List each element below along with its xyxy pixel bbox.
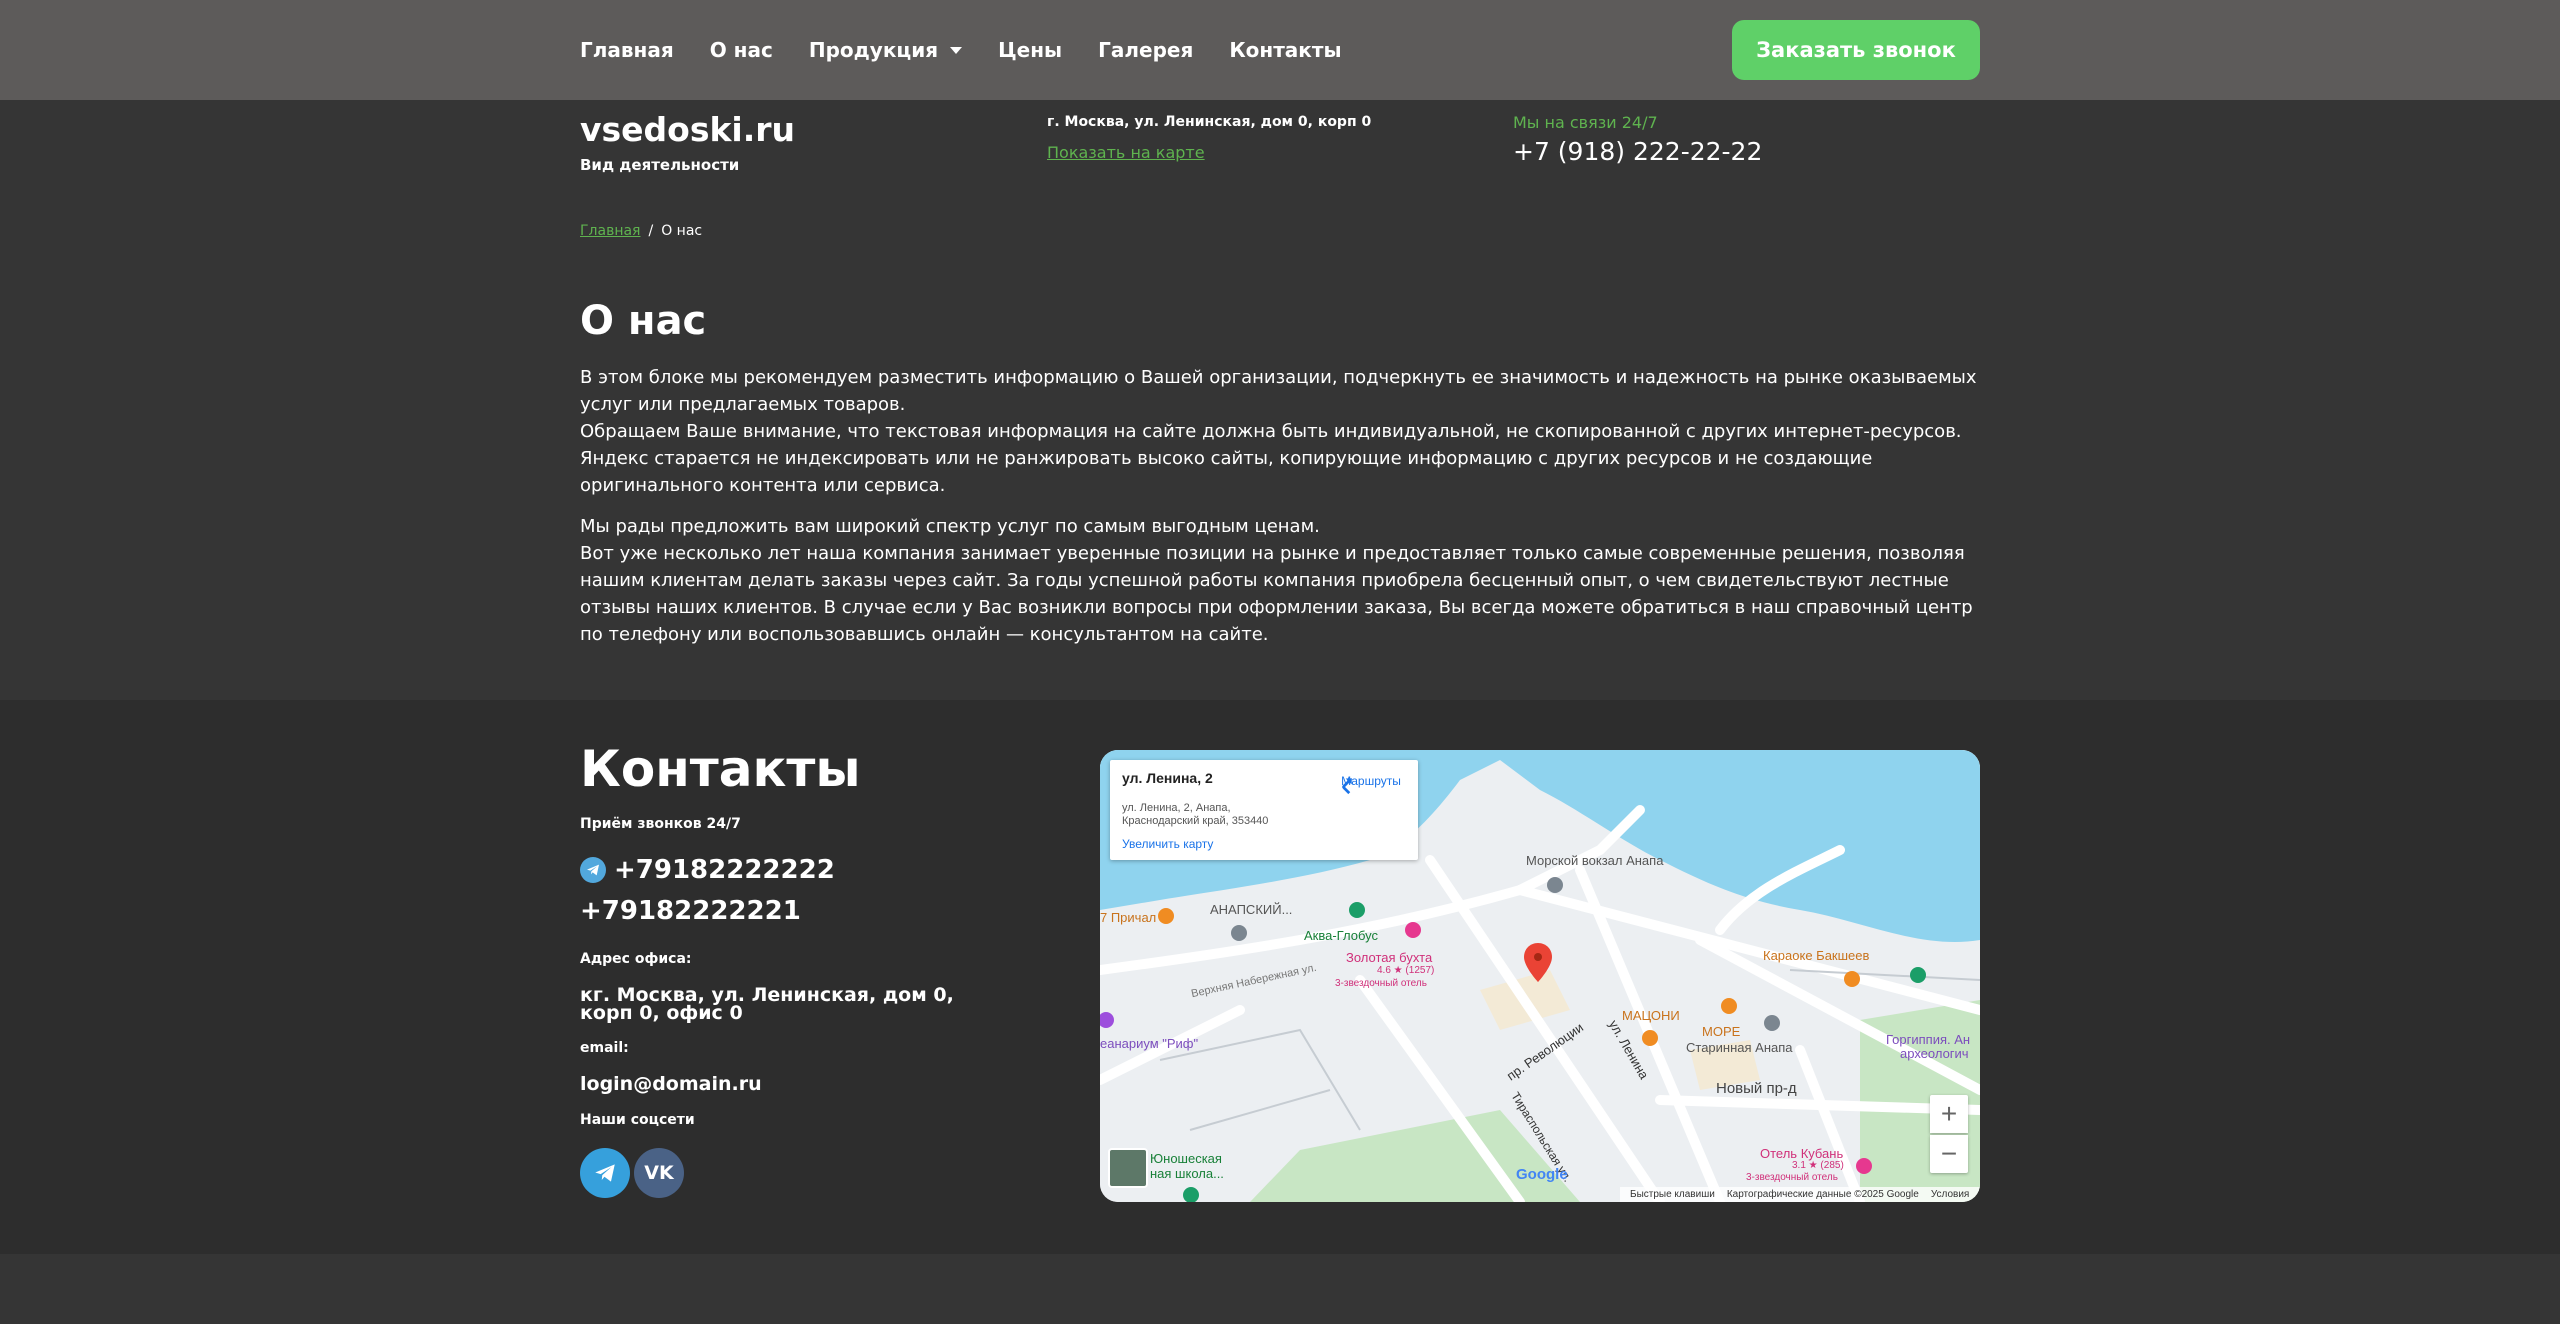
show-on-map-link[interactable]: Показать на карте: [1047, 143, 1205, 162]
site-logo-text[interactable]: vsedoski.ru: [580, 110, 795, 149]
map-label: МОРЕ: [1702, 1024, 1741, 1039]
about-text-line: Обращаем Ваше внимание, что текстовая ин…: [580, 421, 1962, 496]
breadcrumb: Главная / О нас: [580, 223, 702, 239]
directions-icon: [1342, 778, 1352, 795]
map-card-title: ул. Ленина, 2: [1122, 770, 1213, 786]
address-label: Адрес офиса:: [580, 951, 692, 967]
directions-button[interactable]: Маршруты: [1336, 774, 1406, 795]
about-paragraph-2: Мы рады предложить вам широкий спектр ус…: [580, 513, 1985, 648]
terms-link[interactable]: Условия: [1931, 1189, 1970, 1200]
google-logo: Google: [1516, 1166, 1568, 1183]
map-label: Новый пр-д: [1716, 1080, 1797, 1097]
map-label: Отель Кубань: [1760, 1146, 1844, 1161]
nav-item-prices[interactable]: Цены: [998, 38, 1062, 62]
about-paragraph-1: В этом блоке мы рекомендуем разместить и…: [580, 364, 1985, 499]
about-text-line: Мы рады предложить вам широкий спектр ус…: [580, 516, 1320, 537]
map-info-card: ул. Ленина, 2 ул. Ленина, 2, Анапа, Крас…: [1110, 760, 1418, 860]
map-label: Золотая бухта: [1346, 950, 1433, 965]
google-map[interactable]: Морской вокзал Анапа АНАПСКИЙ... 7 Прича…: [1100, 750, 1980, 1202]
nav-item-about[interactable]: О нас: [710, 38, 773, 62]
vk-icon: VK: [644, 1162, 674, 1184]
map-data-text: Картографические данные ©2025 Google: [1726, 1189, 1919, 1200]
map-label: Караоке Бакшеев: [1763, 948, 1870, 963]
nav-item-products[interactable]: Продукция: [808, 38, 963, 62]
map-label: 4.6 ★ (1257): [1377, 965, 1435, 976]
nav-item-contacts[interactable]: Контакты: [1229, 38, 1341, 62]
map-label: АНАПСКИЙ...: [1210, 902, 1293, 917]
nav-item-home[interactable]: Главная: [580, 38, 674, 62]
zoom-in-button[interactable]: +: [1930, 1095, 1968, 1133]
map-label: 3-звездочный отель: [1335, 978, 1427, 989]
footer-strip: [0, 1254, 2560, 1324]
map-label: Старинная Анапа: [1686, 1040, 1793, 1055]
header-phone[interactable]: +7 (918) 222-22-22: [1513, 137, 1762, 166]
contact-phone-2-value: +79182222221: [580, 896, 801, 926]
keyboard-shortcuts-link[interactable]: Быстрые клавиши: [1630, 1189, 1715, 1200]
email-link[interactable]: login@domain.ru: [580, 1075, 1000, 1094]
page-title: О нас: [580, 298, 707, 344]
nav-item-gallery[interactable]: Галерея: [1098, 38, 1193, 62]
enlarge-map-link[interactable]: Увеличить карту: [1122, 837, 1213, 851]
contact-phone-2[interactable]: +79182222221: [580, 896, 801, 926]
about-text-line: Вот уже несколько лет наша компания зани…: [580, 543, 1973, 645]
map-card-address: ул. Ленина, 2, Анапа, Краснодарский край…: [1122, 802, 1269, 827]
top-navbar: Главная О нас Продукция Цены Галерея Кон…: [0, 0, 2560, 100]
site-subtitle: Вид деятельности: [580, 156, 740, 174]
contact-phone-1-value: +79182222222: [614, 855, 835, 885]
order-call-button[interactable]: Заказать звонок: [1732, 20, 1980, 80]
vk-button[interactable]: VK: [634, 1148, 684, 1198]
map-label: ная школа...: [1150, 1166, 1224, 1181]
map-label: археологич: [1900, 1046, 1969, 1061]
breadcrumb-separator: /: [648, 223, 654, 239]
map-label: Морской вокзал Анапа: [1526, 853, 1664, 868]
header-address: г. Москва, ул. Ленинская, дом 0, корп 0: [1047, 114, 1372, 130]
social-label: Наши соцсети: [580, 1112, 695, 1128]
about-text-line: В этом блоке мы рекомендуем разместить и…: [580, 367, 1977, 415]
map-label: Юношеская: [1150, 1151, 1222, 1166]
street-view-thumbnail[interactable]: [1108, 1148, 1148, 1188]
chevron-down-icon: [950, 46, 963, 54]
email-label: email:: [580, 1040, 629, 1056]
breadcrumb-current: О нас: [661, 223, 703, 239]
contact-phone-1[interactable]: +79182222222: [580, 855, 835, 885]
telegram-icon: [580, 857, 606, 883]
telegram-icon: [595, 1164, 615, 1182]
office-address: кг. Москва, ул. Ленинская, дом 0, корп 0…: [580, 984, 954, 1024]
hours-label: Приём звонков 24/7: [580, 816, 741, 832]
map-label: Аква-Глобус: [1304, 928, 1378, 943]
online-label: Мы на связи 24/7: [1513, 113, 1658, 132]
map-label: 3-звездочный отель: [1746, 1172, 1838, 1183]
map-label: 7 Причал: [1100, 910, 1157, 925]
map-label: еанариум "Риф": [1100, 1036, 1199, 1051]
main-nav: Главная О нас Продукция Цены Галерея Кон…: [580, 0, 1342, 100]
zoom-out-button[interactable]: −: [1930, 1135, 1968, 1173]
nav-item-products-label: Продукция: [808, 38, 939, 62]
telegram-button[interactable]: [580, 1148, 630, 1198]
contacts-title: Контакты: [580, 740, 861, 798]
map-label: МАЦОНИ: [1622, 1008, 1680, 1023]
breadcrumb-home-link[interactable]: Главная: [580, 223, 640, 239]
map-attribution: Быстрые клавиши Картографические данные …: [1620, 1187, 1980, 1202]
map-label: 3.1 ★ (285): [1792, 1160, 1844, 1171]
map-label: Горгиппия. Ан: [1886, 1032, 1971, 1047]
